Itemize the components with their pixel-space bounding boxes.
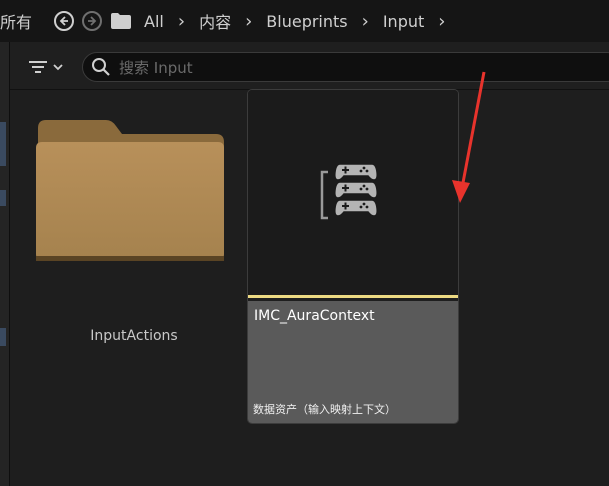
search-placeholder: 搜索 Input (119, 58, 193, 77)
search-input[interactable]: 搜索 Input (82, 52, 609, 82)
folder-name: InputActions (90, 328, 178, 344)
asset-type-label: 数据资产（输入映射上下文） (253, 403, 396, 416)
chevron-down-icon (53, 64, 63, 71)
forward-button[interactable] (82, 11, 103, 31)
back-arrow-icon (59, 16, 69, 26)
path-bar: 所有 All › 内容 › Blueprints › Input › (0, 0, 609, 42)
asset-thumbnail (248, 90, 458, 298)
breadcrumb-content[interactable]: 内容 (197, 9, 233, 33)
content-toolbar: 搜索 Input (10, 42, 609, 90)
panel-selection-marker (0, 190, 6, 206)
folder-icon (110, 12, 132, 30)
filter-icon (29, 61, 47, 73)
chevron-right-icon[interactable]: › (362, 11, 369, 32)
folder-icon (36, 120, 224, 261)
asset-name: IMC_AuraContext (254, 308, 375, 324)
forward-arrow-icon (88, 16, 97, 26)
asset-info-panel: IMC_AuraContext 数据资产（输入映射上下文） (248, 301, 458, 423)
chevron-right-icon[interactable]: › (178, 11, 185, 32)
filter-button[interactable] (28, 56, 72, 78)
chevron-right-icon[interactable]: › (245, 11, 252, 32)
chevron-right-icon[interactable]: › (438, 11, 445, 32)
search-icon (92, 58, 110, 76)
back-button[interactable] (54, 11, 75, 31)
breadcrumb-input[interactable]: Input (381, 12, 426, 31)
folder-tile[interactable]: InputActions (34, 114, 234, 364)
panel-selection-marker (0, 328, 6, 346)
left-panel-edge (0, 42, 10, 486)
breadcrumb-all[interactable]: All (142, 12, 166, 31)
asset-card-imc-auracontext[interactable]: IMC_AuraContext 数据资产（输入映射上下文） (248, 90, 458, 423)
asset-grid: InputActions IMC_AuraContext 数据资产（输入映射上下… (10, 90, 609, 486)
gamepad-stack-icon (320, 163, 378, 220)
breadcrumb-blueprints[interactable]: Blueprints (264, 12, 349, 31)
all-label[interactable]: 所有 (0, 9, 32, 33)
panel-selection-marker (0, 122, 6, 166)
